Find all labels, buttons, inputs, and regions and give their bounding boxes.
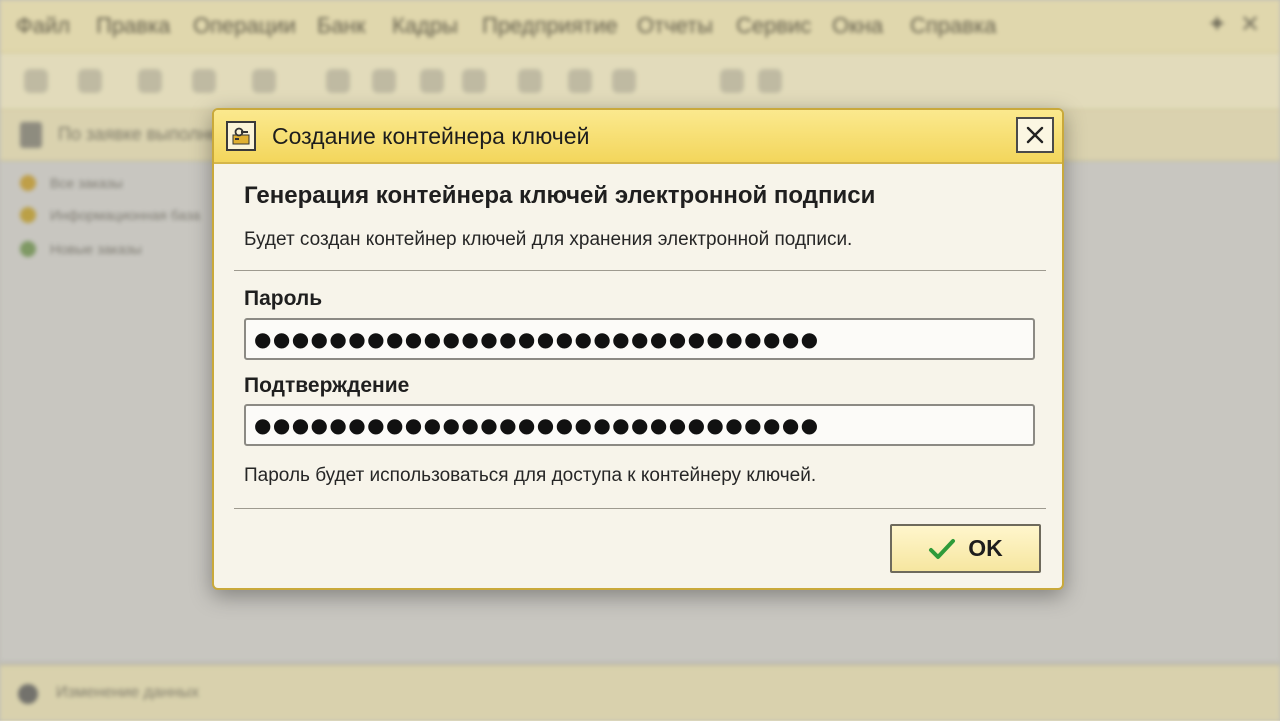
dialog-description: Будет создан контейнер ключей для хранен… bbox=[244, 229, 853, 250]
key-container-icon bbox=[226, 121, 256, 151]
create-key-container-dialog: Создание контейнера ключей Генерация кон… bbox=[212, 108, 1064, 590]
confirmation-label: Подтверждение bbox=[244, 374, 410, 397]
password-value: ●●●●●●●●●●●●●●●●●●●●●●●●●●●●●● bbox=[254, 327, 820, 351]
password-hint: Пароль будет использоваться для доступа … bbox=[244, 465, 817, 486]
confirmation-field[interactable]: ●●●●●●●●●●●●●●●●●●●●●●●●●●●●●● bbox=[244, 404, 1035, 446]
divider bbox=[234, 270, 1046, 271]
password-field[interactable]: ●●●●●●●●●●●●●●●●●●●●●●●●●●●●●● bbox=[244, 318, 1035, 360]
dialog-titlebar: Создание контейнера ключей bbox=[214, 110, 1062, 164]
confirmation-value: ●●●●●●●●●●●●●●●●●●●●●●●●●●●●●● bbox=[254, 413, 820, 437]
dialog-heading: Генерация контейнера ключей электронной … bbox=[244, 182, 876, 209]
checkmark-icon bbox=[929, 538, 956, 559]
ok-label: OK bbox=[968, 535, 1003, 561]
divider bbox=[234, 508, 1046, 509]
password-label: Пароль bbox=[244, 287, 323, 310]
close-button[interactable] bbox=[1016, 117, 1054, 153]
close-icon bbox=[1026, 126, 1044, 144]
ok-button[interactable]: OK bbox=[890, 524, 1041, 573]
dialog-title: Создание контейнера ключей bbox=[272, 123, 590, 149]
